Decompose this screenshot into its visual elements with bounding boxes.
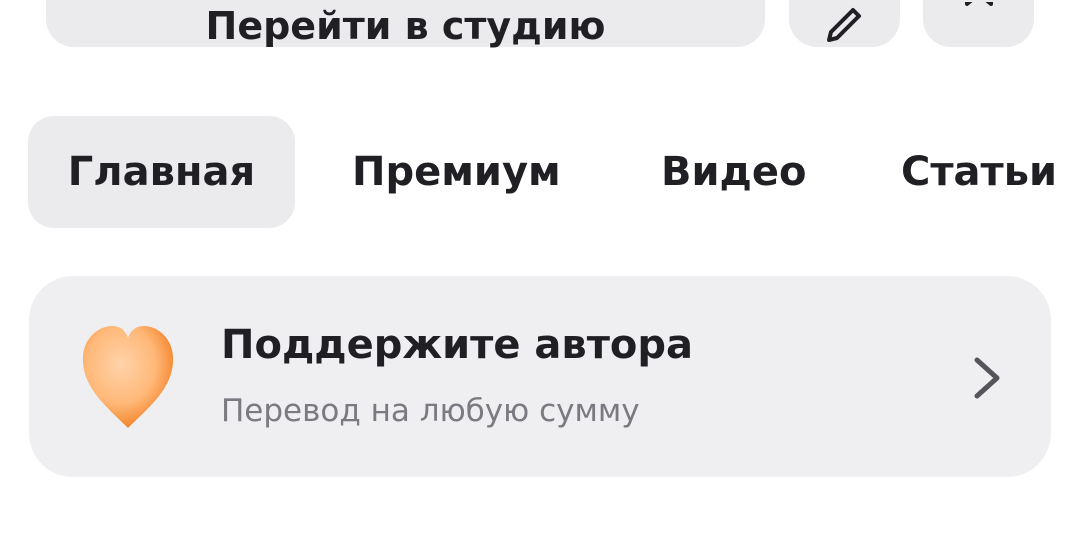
channel-tabs: Главная Премиум Видео Статьи bbox=[28, 116, 1080, 228]
tab-main-label: Главная bbox=[67, 149, 256, 195]
chevron-right-icon bbox=[974, 357, 1000, 399]
support-card-title: Поддержите автора bbox=[221, 322, 693, 368]
channel-page: Перейти в студию Главная Премиум Видео С… bbox=[0, 0, 1080, 540]
go-to-studio-label: Перейти в студию bbox=[205, 3, 606, 48]
support-author-card[interactable]: Поддержите автора Перевод на любую сумму bbox=[29, 276, 1051, 477]
bookmark-button[interactable] bbox=[923, 0, 1034, 47]
support-card-subtitle: Перевод на любую сумму bbox=[221, 393, 640, 429]
heart-icon bbox=[82, 326, 174, 428]
tab-main[interactable]: Главная bbox=[28, 116, 295, 228]
tab-premium[interactable]: Премиум bbox=[352, 116, 561, 228]
tab-articles-label: Статьи bbox=[901, 149, 1058, 195]
tab-articles[interactable]: Статьи bbox=[901, 116, 1057, 228]
edit-button[interactable] bbox=[789, 0, 900, 47]
tab-video[interactable]: Видео bbox=[661, 116, 806, 228]
bookmark-icon bbox=[964, 2, 993, 6]
tab-video-label: Видео bbox=[661, 149, 807, 195]
tab-premium-label: Премиум bbox=[352, 149, 561, 195]
go-to-studio-button[interactable]: Перейти в студию bbox=[46, 0, 765, 48]
pencil-icon bbox=[826, 8, 861, 42]
